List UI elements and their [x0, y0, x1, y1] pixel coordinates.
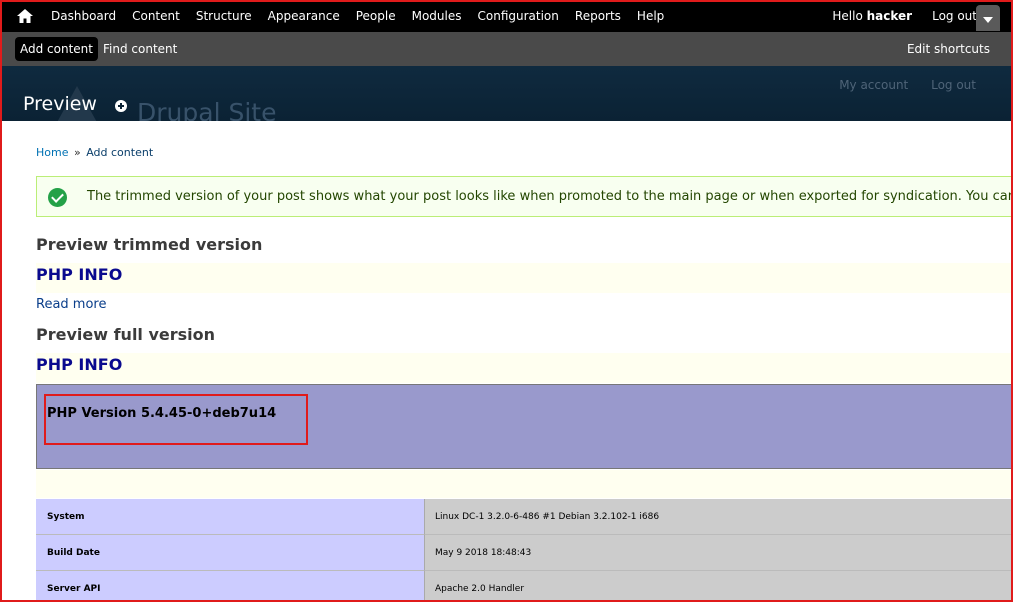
table-row: Server API Apache 2.0 Handler [36, 571, 1013, 602]
full-node-band [36, 353, 1013, 383]
user-menu: Hello hacker Log out [832, 0, 977, 32]
page-title: Preview [23, 93, 97, 115]
table-row: System Linux DC-1 3.2.0-6-486 #1 Debian … [36, 499, 1013, 535]
highlight-box [44, 394, 308, 445]
breadcrumb-add-content[interactable]: Add content [86, 146, 153, 159]
greeting-text: Hello [832, 9, 867, 23]
preview-trimmed-heading: Preview trimmed version [36, 235, 263, 254]
home-icon[interactable] [16, 8, 34, 24]
menu-item-appearance[interactable]: Appearance [260, 0, 348, 32]
phpinfo-table: System Linux DC-1 3.2.0-6-486 #1 Debian … [36, 499, 1013, 602]
full-node-title[interactable]: PHP INFO [36, 355, 122, 374]
find-content-shortcut[interactable]: Find content [103, 37, 177, 61]
site-header: Drupal Site Preview My account Log out [0, 66, 1013, 121]
table-key: System [36, 499, 425, 535]
table-key: Server API [36, 571, 425, 602]
username[interactable]: hacker [867, 9, 912, 23]
menu-item-help[interactable]: Help [629, 0, 672, 32]
logout-link[interactable]: Log out [932, 9, 977, 23]
check-icon [48, 188, 67, 207]
user-greeting: Hello hacker [832, 9, 932, 23]
table-key: Build Date [36, 535, 425, 571]
chevron-down-icon [983, 17, 993, 23]
menu-item-people[interactable]: People [348, 0, 404, 32]
my-account-link[interactable]: My account [839, 78, 908, 92]
menu-item-modules[interactable]: Modules [404, 0, 470, 32]
shortcuts-bar: Add content Find content Edit shortcuts [0, 32, 1013, 66]
menu-item-dashboard[interactable]: Dashboard [43, 0, 124, 32]
table-row: Build Date May 9 2018 18:48:43 [36, 535, 1013, 571]
status-message-text: The trimmed version of your post shows w… [87, 189, 1013, 204]
breadcrumb-separator: » [73, 146, 81, 159]
menu-item-reports[interactable]: Reports [567, 0, 629, 32]
site-name[interactable]: Drupal Site [137, 98, 276, 121]
secondary-menu: My account Log out [820, 78, 976, 92]
edit-shortcuts-link[interactable]: Edit shortcuts [907, 37, 990, 61]
trimmed-node-title[interactable]: PHP INFO [36, 265, 122, 284]
table-value: Apache 2.0 Handler [425, 571, 1013, 602]
menu-item-structure[interactable]: Structure [188, 0, 260, 32]
breadcrumb-home[interactable]: Home [36, 146, 68, 159]
preview-full-heading: Preview full version [36, 325, 216, 344]
menu-item-content[interactable]: Content [124, 0, 188, 32]
add-content-shortcut[interactable]: Add content [15, 37, 98, 61]
header-logout-link[interactable]: Log out [931, 78, 976, 92]
main-content: Home » Add content The trimmed version o… [0, 121, 1013, 602]
trimmed-node-band [36, 263, 1013, 293]
php-spacer-band [36, 470, 1013, 498]
status-message: The trimmed version of your post shows w… [36, 176, 1013, 217]
read-more-link[interactable]: Read more [36, 297, 106, 312]
add-shortcut-plus-icon[interactable] [115, 100, 127, 112]
table-value: Linux DC-1 3.2.0-6-486 #1 Debian 3.2.102… [425, 499, 1013, 535]
menu-item-configuration[interactable]: Configuration [470, 0, 567, 32]
table-value: May 9 2018 18:48:43 [425, 535, 1013, 571]
shortcuts-toggle-button[interactable] [976, 5, 1000, 31]
breadcrumb: Home » Add content [36, 146, 153, 159]
admin-toolbar: Dashboard Content Structure Appearance P… [0, 0, 1013, 32]
admin-menu: Dashboard Content Structure Appearance P… [43, 0, 672, 32]
